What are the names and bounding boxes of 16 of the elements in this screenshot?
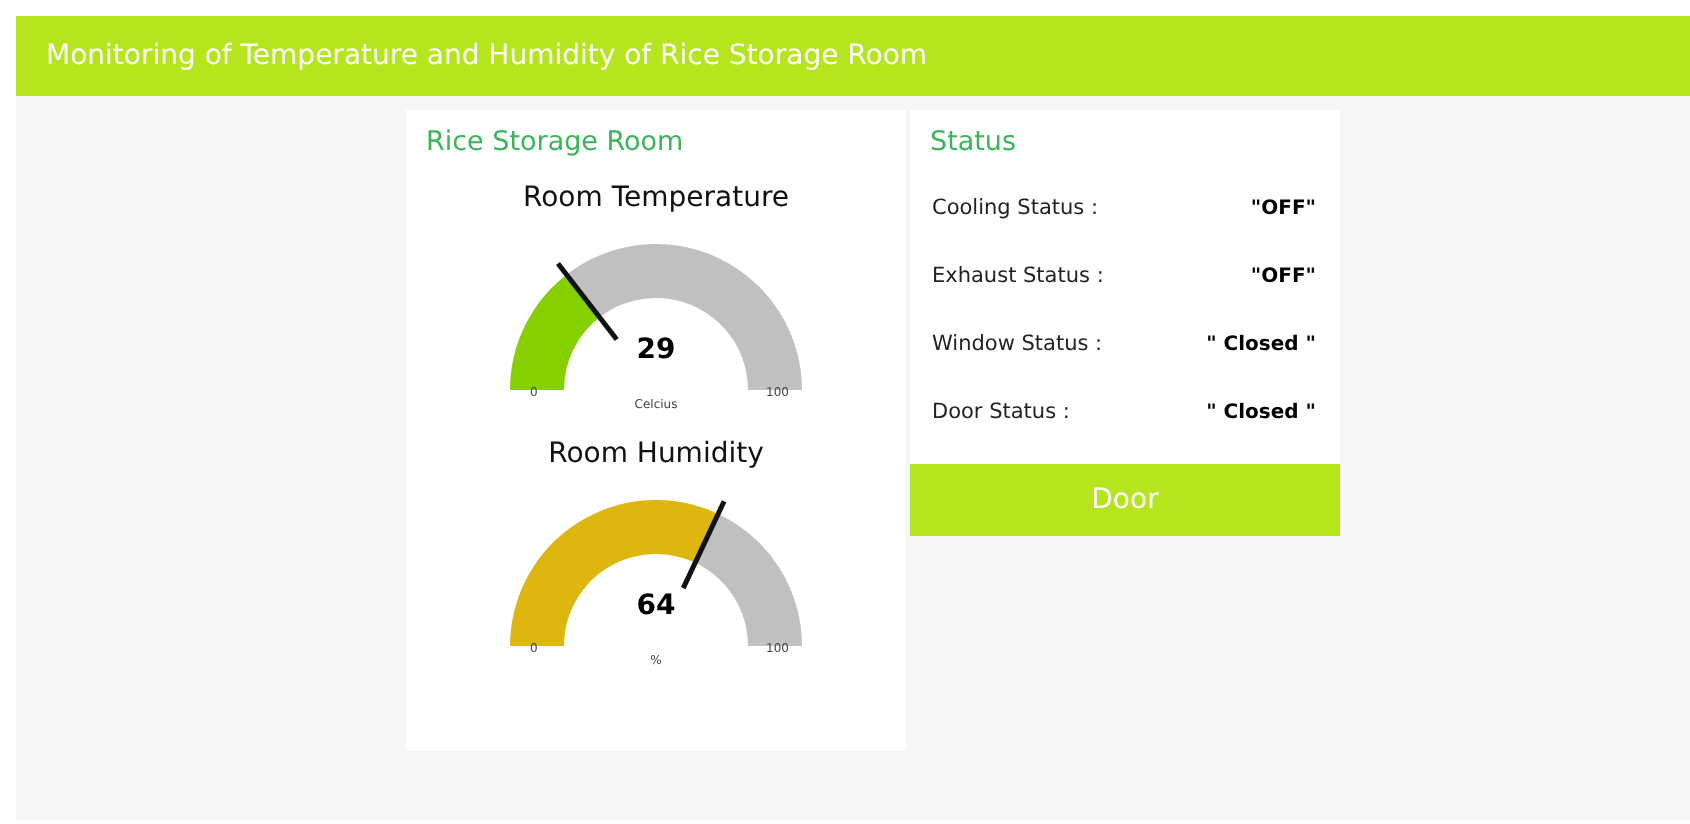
- status-label: Window Status :: [932, 332, 1103, 356]
- gauge-title: Room Humidity: [548, 438, 764, 470]
- status-value: " Closed ": [1206, 401, 1316, 423]
- page-header: Monitoring of Temperature and Humidity of Rice Storage Room: [16, 16, 1690, 96]
- status-value: " Closed ": [1206, 333, 1316, 355]
- status-label: Exhaust Status :: [932, 264, 1104, 288]
- card-title: Status: [930, 126, 1019, 158]
- gauge-title: Room Temperature: [523, 182, 789, 214]
- status-value: "OFF": [1250, 197, 1316, 219]
- status-label: Door Status :: [932, 400, 1070, 424]
- status-label: Cooling Status :: [932, 196, 1099, 220]
- gauge-value: 64: [634, 590, 678, 622]
- card-title: Rice Storage Room: [426, 126, 686, 158]
- gauge-value: 29: [634, 334, 678, 366]
- door-button[interactable]: Door: [910, 464, 1340, 536]
- status-value: "OFF": [1250, 265, 1316, 287]
